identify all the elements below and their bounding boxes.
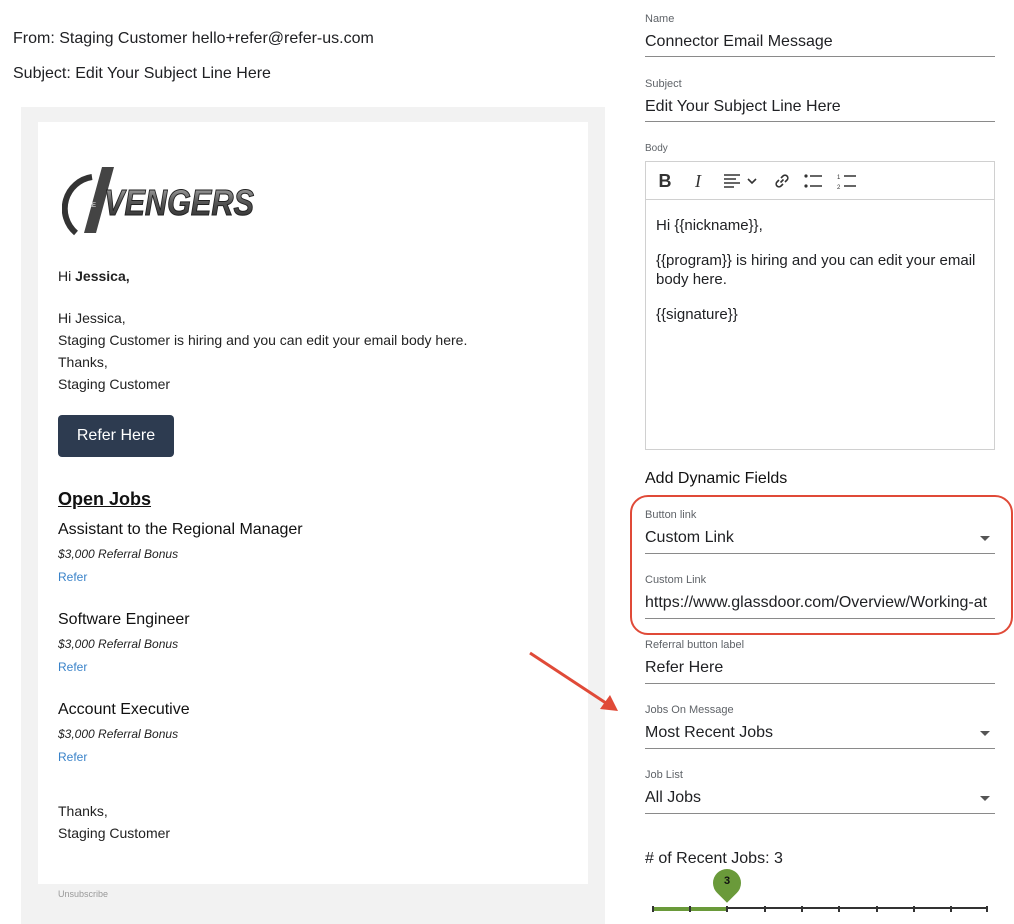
editor-toolbar: B I 1 2 — [646, 162, 994, 200]
bullet-list-icon[interactable] — [802, 170, 824, 192]
body-label: Body — [645, 143, 668, 154]
email-signoff-line: Thanks, — [58, 803, 108, 819]
email-greeting: Hi Jessica, — [58, 265, 130, 287]
refer-here-button[interactable]: Refer Here — [58, 415, 174, 457]
editor-paragraph[interactable]: Hi {{nickname}}, — [656, 216, 986, 235]
recent-jobs-label: # of Recent Jobs: 3 — [645, 850, 783, 867]
subject-line: Subject: Edit Your Subject Line Here — [13, 65, 271, 82]
subject-underline — [645, 121, 995, 122]
job-bonus: $3,000 Referral Bonus — [58, 547, 179, 561]
editor-paragraph[interactable]: {{signature}} — [656, 305, 986, 324]
job-list-label: Job List — [645, 769, 683, 781]
job-title: Assistant to the Regional Manager — [58, 521, 303, 538]
italic-icon[interactable]: I — [688, 170, 708, 192]
name-underline — [645, 56, 995, 57]
referral-label-underline — [645, 683, 995, 684]
job-refer-link[interactable]: Refer — [58, 660, 87, 674]
greeting-name: Jessica, — [75, 268, 130, 284]
referral-label-label: Referral button label — [645, 639, 745, 651]
open-jobs-heading: Open Jobs — [58, 489, 152, 509]
job-bonus: $3,000 Referral Bonus — [58, 727, 179, 741]
subject-input[interactable]: Edit Your Subject Line Here — [645, 98, 995, 116]
link-icon[interactable] — [772, 170, 792, 192]
email-body-line: Staging Customer — [58, 376, 171, 392]
svg-text:THE: THE — [84, 203, 96, 209]
email-body-line: Staging Customer is hiring and you can e… — [58, 332, 468, 348]
svg-text:2: 2 — [837, 185, 841, 189]
annotation-arrow-icon — [529, 651, 618, 711]
jobs-on-message-underline — [645, 748, 995, 749]
email-signoff-line: Staging Customer — [58, 825, 171, 841]
job-refer-link[interactable]: Refer — [58, 570, 87, 584]
job-refer-link[interactable]: Refer — [58, 750, 87, 764]
dynamic-fields-title: Add Dynamic Fields — [645, 470, 788, 487]
jobs-on-message-label: Jobs On Message — [645, 704, 734, 716]
chevron-down-icon[interactable] — [980, 731, 990, 736]
job-title: Software Engineer — [58, 611, 190, 628]
slider-tick — [986, 906, 988, 912]
referral-label-input[interactable]: Refer Here — [645, 659, 995, 677]
editor-paragraph[interactable]: {{program}} is hiring and you can edit y… — [656, 251, 986, 289]
slider-tick — [876, 906, 878, 912]
name-input[interactable]: Connector Email Message — [645, 33, 995, 51]
svg-text:VENGERS: VENGERS — [104, 182, 254, 223]
jobs-on-message-select[interactable]: Most Recent Jobs — [645, 724, 995, 742]
chevron-down-icon[interactable] — [980, 796, 990, 801]
slider-tick — [838, 906, 840, 912]
from-line: From: Staging Customer hello+refer@refer… — [13, 30, 374, 47]
job-list-underline — [645, 813, 995, 814]
job-bonus: $3,000 Referral Bonus — [58, 637, 179, 651]
job-title: Account Executive — [58, 701, 190, 718]
slider-tick — [913, 906, 915, 912]
slider-tick — [726, 906, 728, 912]
align-dropdown-icon[interactable] — [722, 170, 762, 192]
slider-tick — [950, 906, 952, 912]
slider-tick — [689, 906, 691, 912]
svg-text:1: 1 — [837, 175, 841, 181]
slider-value-text: 3 — [723, 875, 731, 887]
email-body-line: Hi Jessica, — [58, 310, 126, 326]
annotation-highlight-box — [630, 495, 1013, 635]
body-editor: B I 1 2 Hi {{nickname}}, {{program}} is … — [645, 161, 995, 450]
job-list-select[interactable]: All Jobs — [645, 789, 995, 807]
name-label: Name — [645, 13, 675, 25]
greeting-prefix: Hi — [58, 268, 76, 284]
slider-tick — [652, 906, 654, 912]
slider-tick — [764, 906, 766, 912]
email-body-line: Thanks, — [58, 354, 108, 370]
avengers-logo: VENGERS THE — [62, 167, 255, 236]
unsubscribe-link[interactable]: Unsubscribe — [58, 889, 108, 899]
slider-tick — [801, 906, 803, 912]
bold-icon[interactable]: B — [654, 170, 676, 192]
subject-label: Subject — [645, 78, 682, 90]
numbered-list-icon[interactable]: 1 2 — [836, 170, 858, 192]
